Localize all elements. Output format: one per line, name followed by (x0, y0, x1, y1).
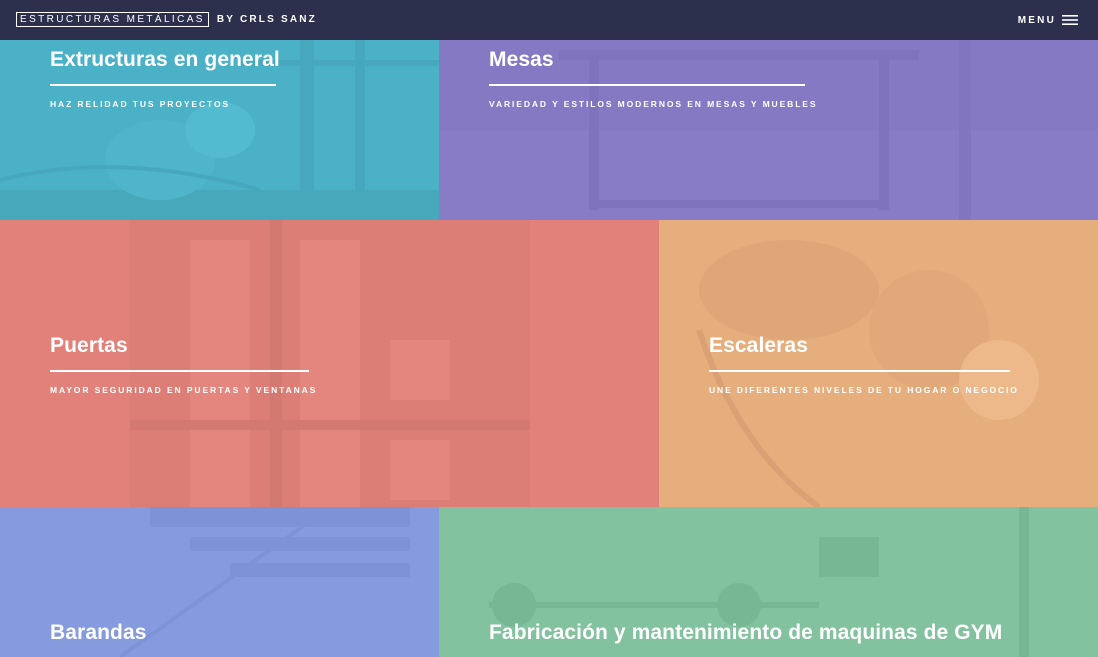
logo-wordmark: ESTRUCTURAS METÁLICAS (16, 12, 209, 27)
menu-label: MENU (1017, 14, 1056, 26)
tile-title: Barandas (50, 621, 147, 644)
tile-title: Extructuras en general (50, 48, 280, 71)
tile-subtitle: HAZ RELIDAD TUS PROYECTOS (50, 99, 231, 109)
tile-subtitle: UNE DIFERENTES NIVELES DE TU HOGAR O NEG… (709, 385, 1019, 395)
title-divider (50, 370, 309, 372)
tile-title: Escaleras (709, 334, 808, 357)
tile-caption: Extructuras en general HAZ RELIDAD TUS P… (50, 47, 280, 109)
tile-estructuras[interactable]: Extructuras en general HAZ RELIDAD TUS P… (0, 40, 439, 220)
tile-barandas[interactable]: Barandas (0, 507, 439, 657)
tile-mesas[interactable]: Mesas VARIEDAD Y ESTILOS MODERNOS EN MES… (439, 40, 1098, 220)
tile-subtitle: VARIEDAD Y ESTILOS MODERNOS EN MESAS Y M… (489, 99, 818, 109)
tile-title: Puertas (50, 334, 128, 357)
title-divider (50, 84, 276, 86)
title-divider (709, 370, 1010, 372)
tile-caption: Mesas VARIEDAD Y ESTILOS MODERNOS EN MES… (489, 47, 817, 109)
tile-title: Mesas (489, 48, 554, 71)
tile-puertas[interactable]: Puertas MAYOR SEGURIDAD EN PUERTAS Y VEN… (0, 220, 659, 507)
site-logo[interactable]: ESTRUCTURAS METÁLICAS BY CRLS SANZ (16, 12, 317, 27)
tile-caption: Fabricación y mantenimiento de maquinas … (489, 620, 1002, 646)
top-navigation-bar: ESTRUCTURAS METÁLICAS BY CRLS SANZ MENU (0, 0, 1098, 40)
tile-gym[interactable]: Fabricación y mantenimiento de maquinas … (439, 507, 1098, 657)
tile-caption: Puertas MAYOR SEGURIDAD EN PUERTAS Y VEN… (50, 333, 317, 395)
tile-caption: Barandas (50, 620, 147, 646)
title-divider (489, 84, 805, 86)
tile-caption: Escaleras UNE DIFERENTES NIVELES DE TU H… (709, 333, 1019, 395)
logo-byline: BY CRLS SANZ (216, 14, 317, 25)
tile-subtitle: MAYOR SEGURIDAD EN PUERTAS Y VENTANAS (50, 385, 318, 395)
tile-escaleras[interactable]: Escaleras UNE DIFERENTES NIVELES DE TU H… (659, 220, 1098, 507)
hamburger-icon (1062, 15, 1078, 25)
tile-title: Fabricación y mantenimiento de maquinas … (489, 621, 1003, 644)
menu-button[interactable]: MENU (1018, 13, 1078, 27)
